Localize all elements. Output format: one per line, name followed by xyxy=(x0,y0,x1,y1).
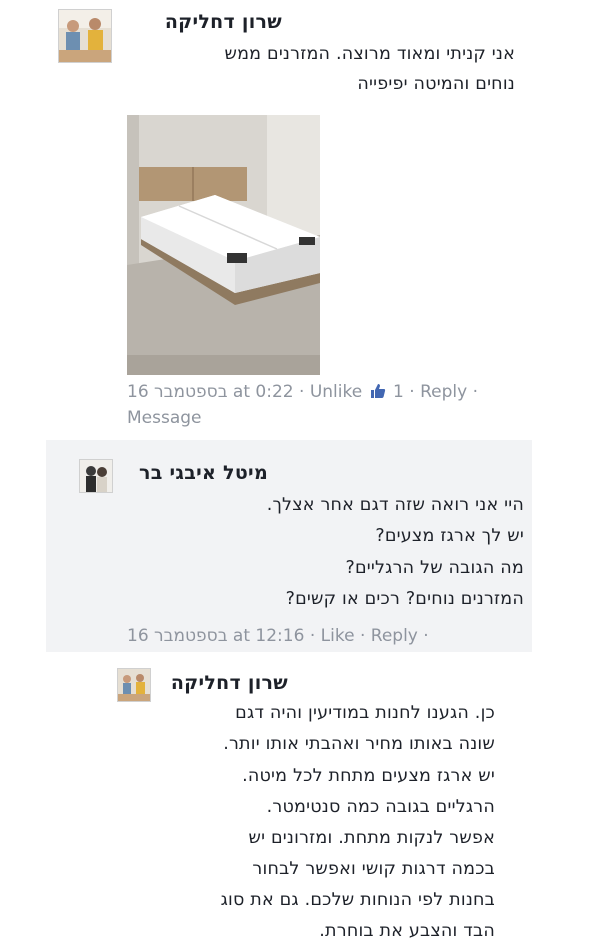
comment-line: מה הגובה של הרגליים? xyxy=(345,558,524,578)
comment-line: הרגליים בגובה כמה סנטימטר. xyxy=(266,797,495,817)
comment-author[interactable]: שרון דחליקה xyxy=(171,672,288,694)
comment-meta: 16 בספטמבר at 0:22 · Unlike 1 · Reply · xyxy=(127,382,478,404)
comment-timestamp[interactable]: 16 בספטמבר at 12:16 xyxy=(127,626,304,646)
comment-author[interactable]: שרון דחליקה xyxy=(165,11,282,33)
avatar[interactable] xyxy=(117,668,151,702)
comments-thread: שרון דחליקה אני קניתי ומאוד מרוצה. המזרנ… xyxy=(0,0,600,952)
comment-text: היי אני רואה שזה דגם אחר אצלך. יש לך ארג… xyxy=(104,495,524,620)
comment-timestamp[interactable]: 16 בספטמבר at 0:22 xyxy=(127,382,294,402)
comment-line: כן. הגענו לחנות במודיעין והיה דגם xyxy=(235,703,495,723)
separator: · xyxy=(309,626,316,646)
comment-line: אני קניתי ומאוד מרוצה. המזרנים ממש xyxy=(224,44,515,64)
comment-text: אני קניתי ומאוד מרוצה. המזרנים ממש נוחים… xyxy=(95,44,515,104)
comment-line: שונה באותו מחיר ואהבתי אותו יותר. xyxy=(223,734,495,754)
comment-meta: 16 בספטמבר at 12:16 · Like · Reply · xyxy=(127,626,429,646)
unlike-link[interactable]: Unlike xyxy=(310,382,362,402)
comment-line: אפשר לנקות מתחת. ומזרונים יש xyxy=(248,828,495,848)
comment-line: המזרנים נוחים? רכים או קשים? xyxy=(285,589,524,609)
separator: · xyxy=(409,382,415,402)
bed-image xyxy=(127,115,320,375)
reply-link[interactable]: Reply xyxy=(371,626,418,646)
avatar-photo xyxy=(118,669,150,701)
comment-line: בכמה דרגות קושי ואפשר לבחור xyxy=(252,859,495,879)
comment-line: נוחים והמיטה יפיפייה xyxy=(357,74,515,94)
comment-line: יש ארגז מצעים מתחת לכל מיטה. xyxy=(242,766,495,786)
comment-line: הבד והצבע את בוחרת. xyxy=(319,921,495,941)
comment-line: היי אני רואה שזה דגם אחר אצלך. xyxy=(266,495,524,515)
separator: · xyxy=(423,626,429,646)
comment-text: כן. הגענו לחנות במודיעין והיה דגם שונה ב… xyxy=(75,703,495,948)
message-link[interactable]: Message xyxy=(127,408,202,428)
avatar[interactable] xyxy=(79,459,113,493)
separator: · xyxy=(299,382,305,402)
separator: · xyxy=(359,626,366,646)
attached-bed-photo[interactable] xyxy=(127,115,320,375)
comment-line: יש לך ארגז מצעים? xyxy=(375,526,524,546)
like-link[interactable]: Like xyxy=(321,626,355,646)
comment-author[interactable]: מיטל איבגי בר xyxy=(139,462,268,484)
separator: · xyxy=(472,382,478,402)
avatar-photo xyxy=(80,460,112,492)
comment-line: בחנות לפי הנוחות שלכם. גם את סוג xyxy=(220,890,495,910)
reply-link[interactable]: Reply xyxy=(420,382,467,402)
like-count[interactable]: 1 xyxy=(393,382,404,402)
like-thumb-icon xyxy=(370,383,386,404)
